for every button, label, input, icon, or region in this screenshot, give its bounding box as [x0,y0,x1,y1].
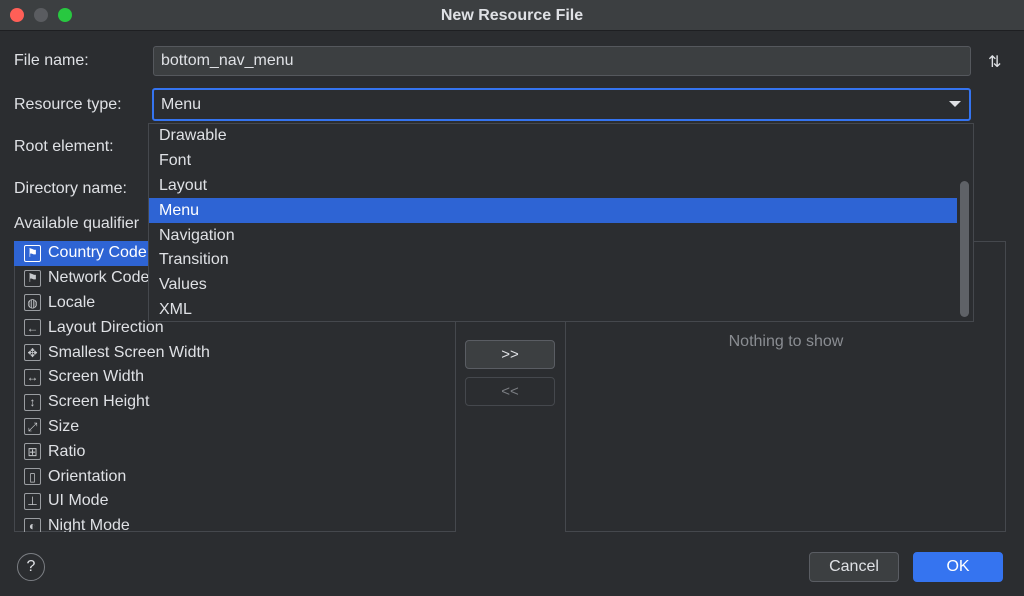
qualifier-item[interactable]: ↕ Screen Height [14,390,456,415]
resource-type-select[interactable]: Menu [152,88,971,121]
directory-name-label: Directory name: [14,180,127,197]
smallest-screen-width-icon: ✥ [24,344,41,362]
qualifier-item[interactable]: ⊥ UI Mode [14,489,456,514]
qualifier-item[interactable]: ⤢ Size [14,415,456,440]
resource-type-option[interactable]: Navigation [149,223,957,248]
ui-mode-icon: ⊥ [24,492,41,510]
qualifier-item[interactable]: ▯ Orientation [14,464,456,489]
resource-type-option[interactable]: Transition [149,248,957,273]
file-name-input[interactable]: bottom_nav_menu [153,46,971,76]
qualifier-label: Screen Width [48,368,145,386]
resource-type-label: Resource type: [14,96,122,113]
screen-width-icon: ↔ [24,368,41,386]
qualifier-label: Country Code [48,244,147,262]
help-button[interactable]: ? [17,553,45,581]
qualifier-item[interactable]: ⊞ Ratio [14,439,456,464]
qualifier-label: Smallest Screen Width [48,343,210,361]
root-element-label: Root element: [14,138,114,155]
layout-direction-icon: ← [24,319,41,337]
globe-icon: ◍ [24,294,41,312]
orientation-icon: ▯ [24,468,41,486]
available-qualifiers-label: Available qualifier [14,215,140,232]
resource-type-value: Menu [161,96,202,113]
file-name-value: bottom_nav_menu [161,52,294,69]
add-qualifier-button[interactable]: >> [465,340,555,369]
title-bar: New Resource File [0,0,1024,31]
night-mode-icon: ◐ [24,517,41,532]
screen-height-icon: ↕ [24,393,41,411]
resource-type-dropdown-list[interactable]: Drawable Font Layout Menu Navigation Transiti… [148,123,974,322]
qualifier-item[interactable]: ✥ Smallest Screen Width [14,340,456,365]
cancel-button[interactable]: Cancel [809,552,899,582]
qualifier-label: Size [48,417,80,435]
chevron-down-icon [949,101,961,107]
qualifier-label: UI Mode [48,492,109,510]
qualifier-item[interactable]: ◐ Night Mode [14,514,456,532]
sort-arrows-icon[interactable]: ⇅ [988,52,1001,72]
qualifier-item[interactable]: ↔ Screen Width [14,365,456,390]
resource-type-option[interactable]: XML [149,298,957,321]
qualifier-label: Locale [48,293,96,311]
qualifier-label: Orientation [48,467,127,485]
resource-type-option[interactable]: Drawable [149,124,957,149]
qualifier-label: Ratio [48,442,86,460]
window-title: New Resource File [440,7,584,24]
resource-type-option[interactable]: Values [149,273,957,298]
network-code-icon: ⚑ [24,269,41,287]
qualifier-label: Night Mode [48,517,130,532]
ratio-icon: ⊞ [24,443,41,461]
qualifier-label: Screen Height [48,393,150,411]
file-name-label: File name: [14,52,89,69]
ok-button[interactable]: OK [913,552,1003,582]
remove-qualifier-button[interactable]: << [465,377,555,406]
country-code-icon: ⚑ [24,244,41,262]
resource-type-option[interactable]: Font [149,149,957,174]
empty-state-text: Nothing to show [728,333,844,350]
help-icon: ? [26,558,36,575]
qualifier-label: Network Code [48,269,150,287]
resource-type-option[interactable]: Menu [149,198,957,224]
qualifier-label: Layout Direction [48,318,164,336]
size-icon: ⤢ [24,418,41,436]
dropdown-scrollbar[interactable] [960,181,969,317]
resource-type-option[interactable]: Layout [149,174,957,199]
